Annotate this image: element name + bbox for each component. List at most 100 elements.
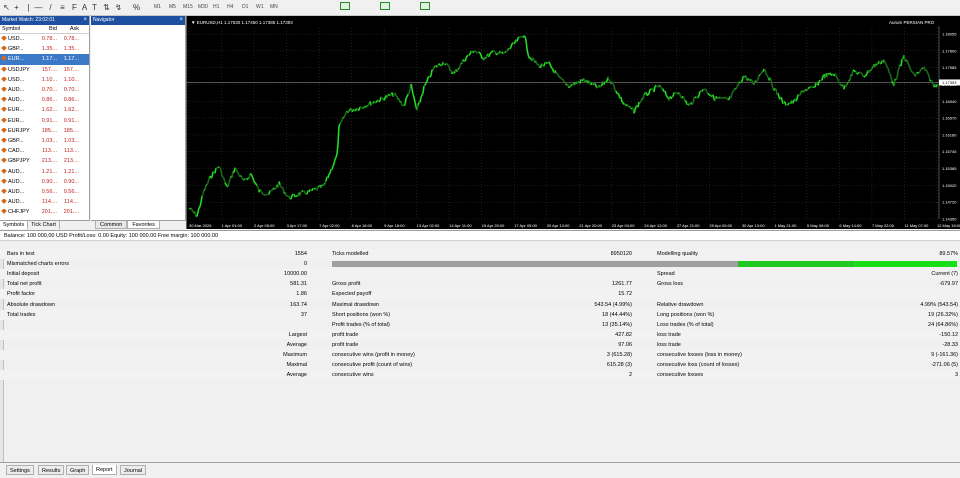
market-watch-row[interactable]: USD... 1.10... 1.10... — [0, 75, 89, 85]
price-series-segment — [210, 176, 213, 179]
vertical-line-icon[interactable]: | — [24, 3, 33, 12]
indicators-icon[interactable]: % — [132, 3, 141, 12]
bid-cell: 1.03... — [41, 137, 57, 144]
arrows-icon[interactable]: ⇅ — [102, 3, 111, 12]
price-series-segment — [916, 71, 919, 74]
price-series-segment — [925, 69, 928, 72]
price-series-segment — [303, 190, 306, 194]
ask-cell: 157.... — [63, 66, 79, 73]
price-series-segment — [757, 75, 760, 80]
price-series-segment — [444, 63, 447, 66]
market-watch-row[interactable]: EUR... 1.62... 1.62... — [0, 105, 89, 115]
tab-graph[interactable]: Graph — [66, 465, 90, 475]
price-series-segment — [290, 195, 293, 200]
symbol-icon — [1, 209, 7, 215]
tab-common[interactable]: Common — [95, 221, 128, 229]
bid-cell: 113.... — [42, 148, 57, 155]
navigator-tabs: Common Favorites — [91, 220, 186, 229]
horizontal-line-icon[interactable]: — — [34, 3, 43, 12]
column-symbol[interactable]: Symbol — [0, 25, 35, 33]
period-h4[interactable]: H4 — [227, 4, 233, 10]
market-watch-row[interactable]: GBPJPY 213.... 213.... — [0, 156, 89, 166]
market-watch-row[interactable]: EUR... 1.17... 1.17... — [0, 54, 89, 65]
chart-icon[interactable] — [420, 2, 430, 10]
price-series-segment — [715, 95, 718, 99]
price-series-segment — [670, 96, 673, 100]
new-order-icon[interactable] — [340, 2, 350, 10]
tab-tick-chart[interactable]: Tick Chart — [28, 221, 60, 229]
price-series-segment — [549, 63, 552, 68]
price-series-segment — [422, 85, 425, 94]
navigator-panel: Navigator × Common Favorites — [91, 16, 186, 229]
cursor-icon[interactable]: ↖ — [2, 3, 11, 12]
price-series-segment — [244, 177, 247, 180]
market-watch-row[interactable]: GBP... 1.03... 1.03... — [0, 136, 89, 146]
market-watch-row[interactable]: AUD... 0.86... 0.86... — [0, 95, 89, 105]
price-series-segment — [260, 190, 263, 194]
crosshair-icon[interactable]: + — [12, 3, 21, 12]
price-series-segment — [863, 75, 866, 78]
fibonacci-icon[interactable]: F — [70, 3, 79, 12]
column-ask[interactable]: Ask — [57, 25, 79, 33]
tab-favorites[interactable]: Favorites — [127, 221, 160, 229]
market-watch-row[interactable]: USD... 0.78... 0.78... — [0, 34, 89, 44]
market-watch-row[interactable]: GBP... 1.35... 1.35... — [0, 44, 89, 54]
price-chart[interactable]: 30 Mar 2026 1 Apr 01:00 2 Apr 05:00 3 Apr 1… — [186, 16, 960, 229]
market-watch-row[interactable]: EURJPY 185.... 185.... — [0, 126, 89, 136]
price-series-segment — [496, 52, 499, 55]
market-watch-row[interactable]: USDJPY 157.... 157.... — [0, 65, 89, 75]
price-series-segment — [324, 180, 327, 184]
period-d1[interactable]: D1 — [242, 4, 248, 10]
period-m15[interactable]: M15 — [183, 4, 193, 10]
channel-icon[interactable]: ≡ — [58, 3, 67, 12]
market-watch-row[interactable]: AUD... 114.... 114.... — [0, 197, 89, 207]
price-series-segment — [730, 93, 733, 98]
chart-canvas[interactable]: 30 Mar 2026 1 Apr 01:00 2 Apr 05:00 3 Apr 1… — [187, 16, 960, 229]
tab-journal[interactable]: Journal — [120, 465, 147, 475]
text-icon[interactable]: A — [80, 3, 89, 12]
shapes-icon[interactable]: ↯ — [114, 3, 123, 12]
tab-symbols[interactable]: Symbols — [0, 221, 29, 229]
report-cell: -150.12 — [939, 331, 958, 338]
price-series-segment — [354, 109, 357, 112]
report-cell: 427.82 — [615, 331, 632, 338]
autotrading-icon[interactable] — [380, 2, 390, 10]
market-watch-header: Symbol Bid Ask — [0, 25, 89, 34]
market-watch-row[interactable]: EUR... 0.91... 0.91... — [0, 116, 89, 126]
period-m1[interactable]: M1 — [154, 4, 161, 10]
price-series-segment — [838, 81, 841, 85]
period-w1[interactable]: W1 — [256, 4, 264, 10]
price-series-segment — [808, 86, 811, 89]
price-series-segment — [774, 87, 777, 90]
period-h1[interactable]: H1 — [213, 4, 219, 10]
period-mn[interactable]: MN — [270, 4, 278, 10]
symbol-icon — [1, 87, 7, 92]
report-row: Profit trades (% of total) 13 (35.14%) Los… — [0, 320, 960, 330]
close-icon[interactable]: × — [179, 16, 183, 25]
price-series-segment — [456, 68, 459, 73]
market-watch-row[interactable]: AUD... 1.21... 1.21... — [0, 166, 89, 176]
price-series-segment — [556, 72, 559, 76]
trendline-icon[interactable]: / — [46, 3, 55, 12]
market-watch-row[interactable]: CHFJPY 201.... 201.... — [0, 207, 89, 217]
period-m5[interactable]: M5 — [169, 4, 176, 10]
price-series-segment — [255, 183, 258, 187]
market-watch-row[interactable]: AUD... 0.56... 0.56... — [0, 187, 89, 197]
price-tick-label: 1.17800 — [942, 48, 957, 53]
tab-results[interactable]: Results — [38, 465, 65, 475]
label-icon[interactable]: T — [90, 3, 99, 12]
tab-report[interactable]: Report — [92, 465, 117, 475]
market-watch-row[interactable]: CAD... 113.... 113.... — [0, 146, 89, 156]
price-series-segment — [554, 70, 557, 74]
tab-settings[interactable]: Settings — [6, 465, 34, 475]
market-watch-row[interactable]: AUD... 0.90... 0.90... — [0, 177, 89, 187]
price-series-segment — [331, 166, 334, 170]
period-m30[interactable]: M30 — [198, 4, 208, 10]
price-series-segment — [571, 83, 574, 87]
market-watch-row[interactable]: AUD... 0.70... 0.70... — [0, 85, 89, 95]
market-watch-title-text: Market Watch: 23:02:01 — [2, 17, 55, 23]
report-cell: Long positions (won %) — [657, 311, 715, 318]
column-bid[interactable]: Bid — [35, 25, 57, 33]
close-icon[interactable]: × — [83, 16, 87, 25]
symbol-cell: AUD... — [0, 178, 35, 185]
